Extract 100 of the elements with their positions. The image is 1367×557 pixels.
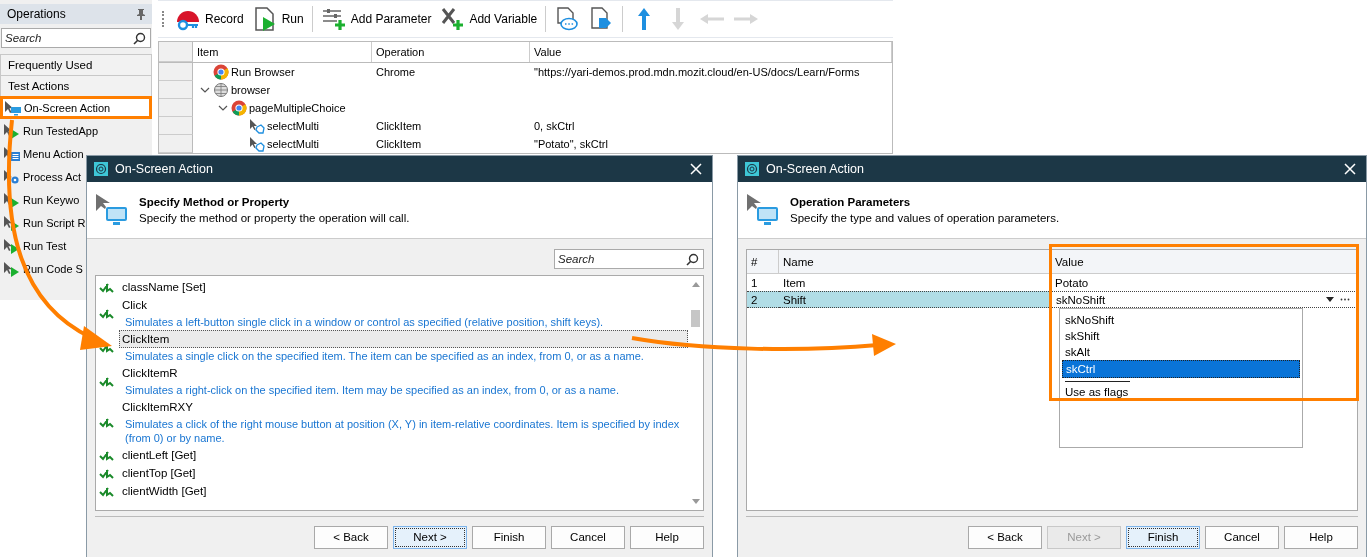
dialog-button[interactable]: Help: [630, 525, 704, 549]
table-cell[interactable]: 1: [747, 274, 779, 291]
row-header[interactable]: [159, 135, 193, 153]
row-header[interactable]: [159, 81, 193, 99]
dialog-button[interactable]: Help: [1284, 525, 1358, 549]
step-heading: Specify Method or Property: [139, 196, 291, 208]
scroll-down-icon[interactable]: [691, 499, 700, 504]
step-description: Specify the method or property the operation will call.: [139, 212, 410, 224]
dialog-button[interactable]: Cancel: [1205, 525, 1279, 549]
close-icon[interactable]: [690, 163, 702, 175]
toolbar-button[interactable]: Record: [172, 3, 247, 35]
app-icon: [745, 162, 759, 176]
dialog-button[interactable]: Cancel: [551, 525, 625, 549]
search-icon: [686, 253, 699, 266]
toolbar-button[interactable]: Run: [248, 3, 307, 35]
row-header[interactable]: [159, 63, 193, 81]
app-icon: [94, 162, 108, 176]
dialog-button[interactable]: Finish: [472, 525, 546, 549]
caret-icon[interactable]: [1326, 297, 1334, 302]
operation-item[interactable]: Menu Action: [0, 142, 152, 165]
dialog-button[interactable]: Finish: [1126, 525, 1200, 549]
row-header[interactable]: [159, 117, 193, 135]
operation-item[interactable]: On-Screen Action: [0, 96, 152, 119]
table-cell[interactable]: Potato: [1051, 274, 1357, 291]
tree-item-label[interactable]: selectMulti: [267, 138, 319, 150]
method-name[interactable]: clientTop [Get]: [119, 464, 688, 482]
scroll-thumb[interactable]: [691, 309, 700, 327]
globe-icon: [213, 82, 229, 98]
x-plus-icon: [439, 6, 466, 32]
method-name[interactable]: ClickItemRXY: [119, 398, 688, 416]
method-icon: [99, 375, 115, 387]
dropdown-option[interactable]: skNoShift: [1062, 312, 1300, 328]
operation-item[interactable]: Run TestedApp: [0, 119, 152, 142]
step-heading: Operation Parameters: [790, 196, 912, 208]
tree-item-label[interactable]: browser: [231, 84, 271, 96]
table-cell[interactable]: Item: [779, 274, 1051, 291]
method-icon: [99, 467, 115, 479]
dialog-button[interactable]: < Back: [314, 525, 388, 549]
step-description: Specify the type and values of operation parameters.: [790, 212, 1060, 224]
browser-logo-icon: [213, 64, 229, 80]
category-header[interactable]: Frequently Used: [0, 54, 152, 75]
table-cell: 0, skCtrl: [534, 120, 575, 132]
tree-item-label[interactable]: pageMultipleChoice: [249, 102, 346, 114]
column-header[interactable]: Operation: [372, 42, 530, 62]
table-cell: ClickItem: [376, 120, 422, 132]
more-icon[interactable]: [1340, 298, 1350, 301]
method-description: Simulates a left-button single click in a window or control as specified (relative position, shift keys).: [124, 315, 605, 330]
column-header[interactable]: #: [747, 250, 779, 273]
search-field[interactable]: Search: [1, 28, 151, 48]
close-icon[interactable]: [1344, 163, 1356, 175]
method-description: Simulates a click of the right mouse button at position (X, Y) in item-relative coordinates. Item is specified by index (from 0) or by name.: [124, 417, 681, 446]
pin-icon[interactable]: [136, 8, 146, 20]
cursor-list-icon: [3, 145, 21, 162]
dropdown-option[interactable]: skShift: [1062, 328, 1300, 344]
table-cell: "Potato", skCtrl: [534, 138, 608, 150]
method-name[interactable]: clientWidth [Get]: [119, 482, 688, 500]
search-field[interactable]: Search: [554, 249, 704, 269]
row-header[interactable]: [159, 99, 193, 117]
method-name[interactable]: Click: [119, 296, 688, 314]
window-title: On-Screen Action: [115, 162, 214, 176]
dropdown-option[interactable]: skCtrl: [1062, 360, 1300, 378]
panel-title: Operations: [7, 7, 66, 21]
column-header[interactable]: Value: [1051, 250, 1357, 273]
toolbar-button[interactable]: Add Variable: [436, 3, 541, 35]
operation-item[interactable]: Run Test: [0, 234, 152, 257]
tree-item-label[interactable]: Run Browser: [231, 66, 295, 78]
dropdown-option[interactable]: skAlt: [1062, 344, 1300, 360]
column-header[interactable]: Name: [779, 250, 1051, 273]
method-description: Simulates a right-click on the specified item. Item may be specified as an index, from 0, or as a name.: [124, 383, 620, 398]
column-header[interactable]: Value: [530, 42, 892, 62]
method-icon: [99, 485, 115, 497]
chevron-icon[interactable]: [200, 85, 210, 95]
toolbar-grip[interactable]: [162, 11, 166, 27]
search-icon: [133, 32, 146, 45]
method-name[interactable]: ClickItemR: [119, 364, 688, 382]
category-header[interactable]: Test Actions: [0, 75, 152, 96]
tree-item-label[interactable]: selectMulti: [267, 120, 319, 132]
method-icon: [99, 449, 115, 461]
method-icon: [99, 416, 115, 428]
dropdown-option[interactable]: Use as flags: [1062, 384, 1300, 400]
method-name[interactable]: clientLeft [Get]: [119, 446, 688, 464]
table-cell[interactable]: Shift: [779, 291, 1051, 308]
table-cell: Chrome: [376, 66, 416, 78]
comment-document-icon: [554, 6, 581, 32]
dialog-button[interactable]: < Back: [968, 525, 1042, 549]
cursor-monitor-icon: [95, 193, 129, 227]
cursor-monitor-icon: [746, 193, 780, 227]
method-icon: [99, 281, 115, 293]
cursor-monitor-icon: [4, 99, 22, 116]
table-cell[interactable]: 2: [747, 291, 779, 308]
method-name[interactable]: ClickItem: [119, 330, 688, 348]
chevron-icon[interactable]: [218, 103, 228, 113]
window-title: On-Screen Action: [766, 162, 865, 176]
method-name[interactable]: className [Set]: [119, 278, 688, 296]
scroll-up-icon[interactable]: [691, 282, 700, 287]
toolbar-button[interactable]: Add Parameter: [317, 3, 435, 35]
column-header[interactable]: Item: [193, 42, 372, 62]
dialog-button[interactable]: Next >: [393, 525, 467, 549]
table-cell: "https://yari-demos.prod.mdn.mozit.cloud/en-US/docs/Learn/Forms: [534, 66, 860, 78]
method-description: Simulates a single click on the specified item. The item can be specified as an index, from 0, or as a name.: [124, 349, 645, 364]
